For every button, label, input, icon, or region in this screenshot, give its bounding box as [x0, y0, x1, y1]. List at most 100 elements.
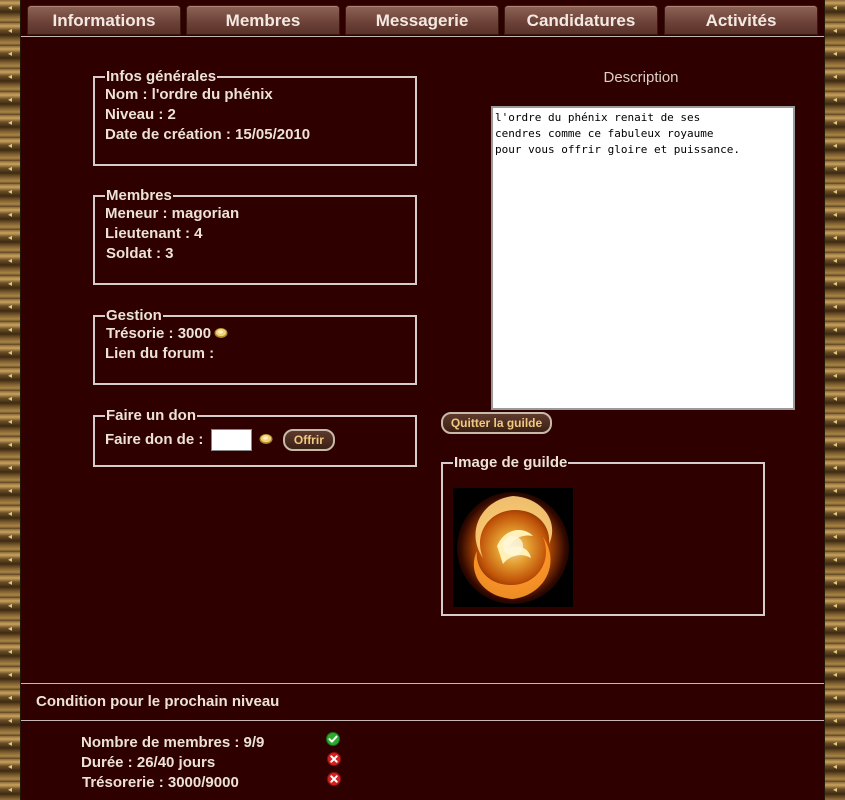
border-rivet-icon: ◂: [832, 256, 837, 265]
soldat-count: Soldat : 3: [106, 245, 174, 262]
cross-icon: [327, 772, 341, 786]
guild-image-legend: Image de guilde: [454, 454, 568, 471]
tab-informations[interactable]: Informations: [27, 5, 181, 35]
don-amount-input[interactable]: [210, 429, 252, 451]
don-legend: Faire un don: [106, 407, 196, 424]
border-rivet-icon: ◂: [7, 578, 12, 587]
conditions-title: Condition pour le prochain niveau: [36, 693, 280, 710]
border-rivet-icon: ◂: [7, 555, 12, 564]
guild-image-fieldset: Image de guilde: [441, 454, 765, 616]
infos-legend: Infos générales: [106, 68, 217, 85]
condition-members: Nombre de membres : 9/9: [81, 734, 265, 751]
border-rivet-icon: ◂: [832, 555, 837, 564]
right-ornament-border: ◂ ◂ ◂ ◂ ◂ ◂ ◂ ◂ ◂ ◂ ◂ ◂ ◂ ◂ ◂ ◂ ◂ ◂ ◂ ◂ ◂ ◂ ◂ ◂ ◂ ◂ ◂ ◂ ◂ ◂ ◂ ◂ ◂ ◂ ◂: [824, 0, 845, 800]
condition-treasury: Trésorerie : 3000/9000: [82, 774, 239, 791]
infos-fieldset: Infos générales Nom : l'ordre du phénix …: [93, 68, 417, 166]
don-row: Faire don de : Offrir: [105, 429, 405, 451]
tab-candidatures[interactable]: Candidatures: [504, 5, 658, 35]
tab-messagerie[interactable]: Messagerie: [345, 5, 499, 35]
border-rivet-icon: ◂: [7, 302, 12, 311]
border-rivet-icon: ◂: [832, 72, 837, 81]
border-rivet-icon: ◂: [832, 233, 837, 242]
border-rivet-icon: ◂: [832, 647, 837, 656]
lieutenant-count: Lieutenant : 4: [105, 225, 203, 242]
creation-date: Date de création : 15/05/2010: [105, 126, 311, 143]
description-title: Description: [603, 69, 679, 86]
border-rivet-icon: ◂: [7, 348, 12, 357]
border-rivet-icon: ◂: [832, 371, 837, 380]
border-rivet-icon: ◂: [7, 601, 12, 610]
tab-activites[interactable]: Activités: [664, 5, 818, 35]
offrir-button[interactable]: Offrir: [282, 429, 335, 451]
border-rivet-icon: ◂: [7, 647, 12, 656]
border-rivet-icon: ◂: [832, 417, 837, 426]
border-rivet-icon: ◂: [832, 509, 837, 518]
border-rivet-icon: ◂: [832, 95, 837, 104]
phoenix-emblem: [453, 488, 573, 607]
border-rivet-icon: ◂: [832, 3, 837, 12]
tab-bar: Informations Membres Messagerie Candidat…: [21, 0, 824, 37]
membres-fieldset: Membres Meneur : magorian Lieutenant : 4…: [93, 187, 417, 285]
border-rivet-icon: ◂: [7, 279, 12, 288]
left-ornament-border: ◂ ◂ ◂ ◂ ◂ ◂ ◂ ◂ ◂ ◂ ◂ ◂ ◂ ◂ ◂ ◂ ◂ ◂ ◂ ◂ ◂ ◂ ◂ ◂ ◂ ◂ ◂ ◂ ◂ ◂ ◂ ◂ ◂ ◂ ◂: [0, 0, 21, 800]
description-textarea[interactable]: l'ordre du phénix renait de ses cendres …: [491, 106, 795, 410]
don-fieldset: Faire un don Faire don de : Offrir: [93, 407, 417, 467]
border-rivet-icon: ◂: [7, 509, 12, 518]
border-rivet-icon: ◂: [7, 785, 12, 794]
border-rivet-icon: ◂: [7, 118, 12, 127]
border-rivet-icon: ◂: [7, 187, 12, 196]
border-rivet-icon: ◂: [7, 141, 12, 150]
border-rivet-icon: ◂: [832, 670, 837, 679]
border-rivet-icon: ◂: [7, 26, 12, 35]
membres-legend: Membres: [106, 187, 172, 204]
border-rivet-icon: ◂: [832, 486, 837, 495]
border-rivet-icon: ◂: [7, 739, 12, 748]
border-rivet-icon: ◂: [832, 325, 837, 334]
border-rivet-icon: ◂: [7, 417, 12, 426]
border-rivet-icon: ◂: [832, 118, 837, 127]
gold-coin-icon: [259, 433, 273, 444]
border-rivet-icon: ◂: [832, 739, 837, 748]
border-rivet-icon: ◂: [7, 72, 12, 81]
don-label: Faire don de :: [105, 430, 204, 448]
border-rivet-icon: ◂: [7, 164, 12, 173]
border-rivet-icon: ◂: [832, 302, 837, 311]
border-rivet-icon: ◂: [832, 141, 837, 150]
border-rivet-icon: ◂: [832, 762, 837, 771]
border-rivet-icon: ◂: [832, 785, 837, 794]
border-rivet-icon: ◂: [7, 371, 12, 380]
divider-bottom: [21, 720, 824, 721]
guild-name: Nom : l'ordre du phénix: [105, 86, 273, 103]
border-rivet-icon: ◂: [832, 348, 837, 357]
border-rivet-icon: ◂: [832, 164, 837, 173]
border-rivet-icon: ◂: [832, 693, 837, 702]
border-rivet-icon: ◂: [7, 95, 12, 104]
border-rivet-icon: ◂: [7, 486, 12, 495]
tab-membres[interactable]: Membres: [186, 5, 340, 35]
border-rivet-icon: ◂: [832, 279, 837, 288]
border-rivet-icon: ◂: [832, 394, 837, 403]
check-icon: [326, 732, 340, 746]
border-rivet-icon: ◂: [7, 624, 12, 633]
border-rivet-icon: ◂: [7, 394, 12, 403]
gestion-legend: Gestion: [106, 307, 162, 324]
border-rivet-icon: ◂: [832, 26, 837, 35]
border-rivet-icon: ◂: [7, 716, 12, 725]
tresorie-row: Trésorie : 3000: [105, 324, 405, 344]
border-rivet-icon: ◂: [7, 233, 12, 242]
condition-duration: Durée : 26/40 jours: [81, 754, 216, 771]
border-rivet-icon: ◂: [832, 532, 837, 541]
gestion-fieldset: Gestion Trésorie : 3000 Lien du forum :: [93, 307, 417, 385]
divider-top: [21, 683, 824, 684]
border-rivet-icon: ◂: [832, 49, 837, 58]
border-rivet-icon: ◂: [832, 187, 837, 196]
quit-guild-button[interactable]: Quitter la guilde: [441, 412, 552, 434]
meneur: Meneur : magorian: [105, 205, 240, 222]
guild-level: Niveau : 2: [105, 106, 176, 123]
border-rivet-icon: ◂: [832, 601, 837, 610]
border-rivet-icon: ◂: [7, 762, 12, 771]
border-rivet-icon: ◂: [832, 463, 837, 472]
border-rivet-icon: ◂: [832, 624, 837, 633]
border-rivet-icon: ◂: [7, 210, 12, 219]
border-rivet-icon: ◂: [7, 532, 12, 541]
